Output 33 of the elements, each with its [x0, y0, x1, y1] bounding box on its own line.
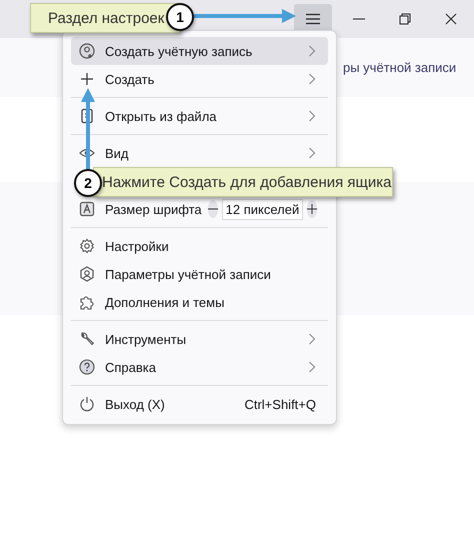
account-settings-link[interactable]: ры учётной записи [343, 60, 456, 75]
account-add-icon [79, 43, 95, 59]
menu-item[interactable]: Выход (X) Ctrl+Shift+Q [71, 390, 328, 418]
shortcut-text: Ctrl+Shift+Q [244, 396, 316, 412]
wrench-icon [79, 331, 95, 347]
close-icon[interactable] [445, 13, 457, 25]
plus-icon [79, 71, 95, 87]
puzzle-icon [79, 294, 95, 310]
plus-icon [307, 204, 318, 214]
menu-item[interactable]: Создать [71, 65, 328, 93]
file-icon [79, 108, 95, 124]
help-icon [79, 359, 95, 375]
menu-item[interactable]: Параметры учётной записи [71, 260, 328, 288]
font-size-field[interactable]: 12 пикселей [222, 198, 304, 220]
power-icon [79, 396, 95, 412]
minus-icon [208, 208, 218, 210]
menu-item[interactable]: Вид [71, 139, 328, 167]
font-icon [79, 201, 95, 217]
menu-item[interactable]: Настройки [71, 232, 328, 260]
minimize-icon[interactable] [353, 18, 365, 20]
menu-item[interactable]: Открыть из файла [71, 102, 328, 130]
menu-item[interactable]: Инструменты [71, 325, 328, 353]
zoom-in-button[interactable] [307, 200, 318, 218]
account-icon [79, 266, 95, 282]
menu-label: Размер шрифта [105, 202, 202, 216]
callout-label: Нажмите Создать для добавления ящика [93, 167, 393, 197]
menu-item[interactable]: Справка [71, 353, 328, 381]
menu-icon [306, 13, 320, 25]
menu-item[interactable]: Дополнения и темы [71, 288, 328, 316]
zoom-out-button[interactable] [208, 200, 218, 218]
menu-item[interactable]: Создать учётную запись [71, 37, 328, 65]
restore-icon[interactable] [399, 13, 411, 25]
gear-icon [79, 238, 95, 254]
